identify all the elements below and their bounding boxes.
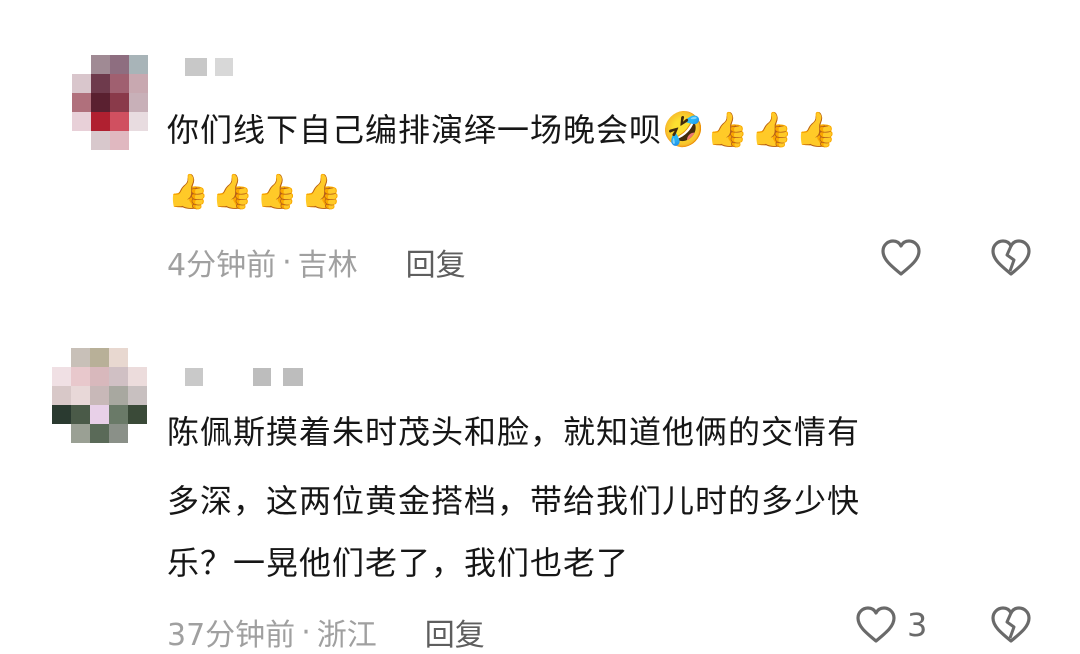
- avatar[interactable]: [52, 348, 147, 443]
- emoji-group: 👍👍👍👍: [167, 172, 345, 212]
- avatar[interactable]: [72, 55, 148, 150]
- broken-heart-icon: [991, 239, 1031, 276]
- comment-text: 乐？一晃他们老了，我们也老了: [167, 544, 630, 582]
- meta-separator: ·: [282, 244, 292, 280]
- comment-text: 陈佩斯摸着朱时茂头和脸，就知道他俩的交情有: [167, 413, 861, 451]
- comment-item: 陈佩斯摸着朱时茂头和脸，就知道他俩的交情有 多深，这两位黄金搭档，带给我们儿时的…: [0, 340, 1080, 653]
- comment-text-line: 你们线下自己编排演绎一场晚会呗: [167, 111, 663, 149]
- like-button[interactable]: 3: [855, 605, 927, 645]
- username[interactable]: [185, 368, 303, 386]
- comment-meta: 4分钟前 · 吉林 回复: [167, 240, 466, 284]
- dislike-button[interactable]: [990, 238, 1032, 278]
- reply-button[interactable]: 回复: [406, 240, 466, 284]
- comment-location: 吉林: [297, 248, 358, 283]
- comment-location: 浙江: [316, 618, 377, 653]
- reply-button[interactable]: 回复: [425, 610, 485, 654]
- broken-heart-icon: [991, 606, 1031, 643]
- comment-text: 你们线下自己编排演绎一场晚会呗🤣👍👍👍: [167, 100, 839, 160]
- meta-separator: ·: [301, 614, 311, 650]
- comment-text: 👍👍👍👍: [167, 162, 344, 222]
- like-count: 3: [907, 606, 928, 644]
- comment-meta: 37分钟前 · 浙江 回复: [167, 610, 485, 654]
- heart-outline-icon: [881, 239, 921, 276]
- comment-time: 4分钟前: [167, 248, 277, 283]
- heart-outline-icon: [856, 606, 896, 643]
- comment-text: 多深，这两位黄金搭档，带给我们儿时的多少快: [167, 482, 861, 520]
- comment-item: 你们线下自己编排演绎一场晚会呗🤣👍👍👍 👍👍👍👍 4分钟前 · 吉林 回复: [0, 0, 1080, 310]
- dislike-button[interactable]: [990, 605, 1032, 645]
- comment-time: 37分钟前: [167, 618, 296, 653]
- like-button[interactable]: [880, 238, 922, 278]
- emoji-group: 🤣👍👍👍: [662, 110, 840, 150]
- username[interactable]: [185, 58, 233, 76]
